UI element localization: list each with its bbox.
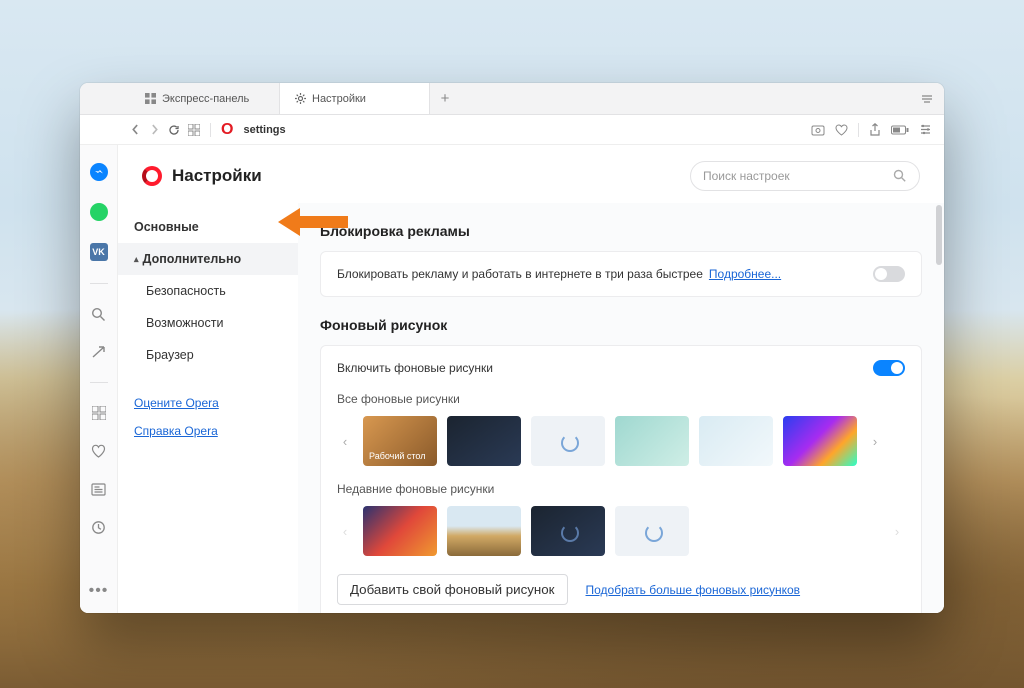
bookmarks-heart-icon[interactable] — [91, 443, 107, 459]
wallpaper-thumb-desktop[interactable]: Рабочий стол — [363, 416, 437, 466]
gear-icon — [294, 93, 306, 105]
share-icon[interactable] — [869, 123, 881, 137]
new-tab-button[interactable]: + — [430, 83, 460, 114]
enable-wallpapers-toggle[interactable] — [873, 360, 905, 376]
all-wallpapers-label: Все фоновые рисунки — [337, 392, 905, 406]
tab-speeddial[interactable]: Экспресс-панель — [130, 83, 280, 114]
news-icon[interactable] — [91, 481, 107, 497]
nav-basic[interactable]: Основные — [134, 211, 298, 243]
tab-settings[interactable]: Настройки — [280, 83, 430, 114]
speeddial-button[interactable] — [188, 124, 200, 136]
more-wallpapers-link[interactable]: Подобрать больше фоновых рисунков — [586, 583, 801, 597]
wallpaper-card: Включить фоновые рисунки Все фоновые рис… — [320, 345, 922, 613]
nav-help-opera[interactable]: Справка Opera — [134, 417, 298, 445]
flow-icon[interactable] — [91, 344, 107, 360]
tabs-menu-button[interactable] — [920, 83, 934, 114]
sidebar-separator — [90, 382, 108, 383]
sidebar-separator — [90, 283, 108, 284]
history-icon[interactable] — [91, 519, 107, 535]
section-heading-wallpaper: Фоновый рисунок — [320, 317, 922, 333]
tab-label: Экспресс-панель — [162, 93, 249, 105]
address-bar: O settings — [80, 115, 944, 145]
scrollbar[interactable] — [936, 205, 942, 265]
settings-search[interactable]: Поиск настроек — [690, 161, 920, 191]
search-icon[interactable] — [91, 306, 107, 322]
page-title: Настройки — [172, 166, 262, 186]
battery-icon[interactable] — [891, 125, 909, 135]
whatsapp-icon[interactable] — [90, 203, 108, 221]
easy-setup-icon[interactable] — [919, 123, 932, 136]
scroll-left-button[interactable]: ‹ — [337, 506, 353, 556]
messenger-icon[interactable] — [90, 163, 108, 181]
recent-wallpapers-label: Недавние фоновые рисунки — [337, 482, 905, 496]
forward-button[interactable] — [149, 124, 160, 135]
grid-icon — [144, 93, 156, 105]
wallpaper-thumb[interactable] — [615, 506, 689, 556]
section-heading-ads: Блокировка рекламы — [320, 223, 922, 239]
tab-bar: Экспресс-панель Настройки + — [80, 83, 944, 115]
separator — [858, 123, 859, 137]
wallpaper-thumb[interactable] — [531, 506, 605, 556]
settings-panel: Блокировка рекламы Блокировать рекламу и… — [298, 203, 944, 613]
addrbar-actions — [811, 123, 932, 137]
recent-wallpapers-row: ‹ › — [337, 506, 905, 556]
search-placeholder: Поиск настроек — [703, 169, 790, 183]
heart-icon[interactable] — [835, 124, 848, 136]
nav-features[interactable]: Возможности — [146, 307, 298, 339]
scroll-left-button[interactable]: ‹ — [337, 416, 353, 466]
browser-window: Экспресс-панель Настройки + O settings — [80, 83, 944, 613]
search-icon — [893, 169, 907, 183]
url-text[interactable]: settings — [243, 124, 285, 136]
browser-sidebar: VK ••• — [80, 145, 118, 613]
content-area: VK ••• Настройки Поиск настроек — [80, 145, 944, 613]
settings-header: Настройки Поиск настроек — [118, 145, 944, 203]
ad-block-card: Блокировать рекламу и работать в интерне… — [320, 251, 922, 297]
wallpaper-thumb[interactable] — [783, 416, 857, 466]
add-wallpaper-button[interactable]: Добавить свой фоновый рисунок — [337, 574, 568, 605]
ad-block-more-link[interactable]: Подробнее... — [709, 267, 781, 281]
speed-dial-icon[interactable] — [91, 405, 107, 421]
ad-block-label: Блокировать рекламу и работать в интерне… — [337, 267, 703, 281]
settings-main: Настройки Поиск настроек Основные Дополн… — [118, 145, 944, 613]
wallpaper-thumb[interactable] — [699, 416, 773, 466]
nav-rate-opera[interactable]: Оцените Opera — [134, 389, 298, 417]
nav-advanced[interactable]: Дополнительно — [118, 243, 298, 275]
wallpaper-actions: Добавить свой фоновый рисунок Подобрать … — [337, 574, 905, 605]
separator — [210, 123, 211, 137]
wallpaper-thumb[interactable] — [363, 506, 437, 556]
more-icon[interactable]: ••• — [91, 583, 107, 599]
wallpaper-thumb[interactable] — [447, 416, 521, 466]
scroll-right-button[interactable]: › — [867, 416, 883, 466]
vk-icon[interactable]: VK — [90, 243, 108, 261]
opera-badge-icon: O — [221, 121, 233, 139]
tab-label: Настройки — [312, 93, 366, 105]
settings-body: Основные Дополнительно Безопасность Возм… — [118, 203, 944, 613]
back-button[interactable] — [130, 124, 141, 135]
opera-logo-icon — [142, 166, 162, 186]
all-wallpapers-row: ‹ Рабочий стол › — [337, 416, 905, 466]
reload-button[interactable] — [168, 124, 180, 136]
nav-controls — [130, 124, 200, 136]
scroll-right-button[interactable]: › — [889, 506, 905, 556]
snapshot-icon[interactable] — [811, 124, 825, 136]
wallpaper-thumb[interactable] — [531, 416, 605, 466]
enable-wallpapers-label: Включить фоновые рисунки — [337, 361, 493, 375]
nav-security[interactable]: Безопасность — [146, 275, 298, 307]
wallpaper-thumb[interactable] — [615, 416, 689, 466]
nav-browser[interactable]: Браузер — [146, 339, 298, 371]
settings-nav: Основные Дополнительно Безопасность Возм… — [118, 203, 298, 613]
ad-block-toggle[interactable] — [873, 266, 905, 282]
wallpaper-thumb[interactable] — [447, 506, 521, 556]
